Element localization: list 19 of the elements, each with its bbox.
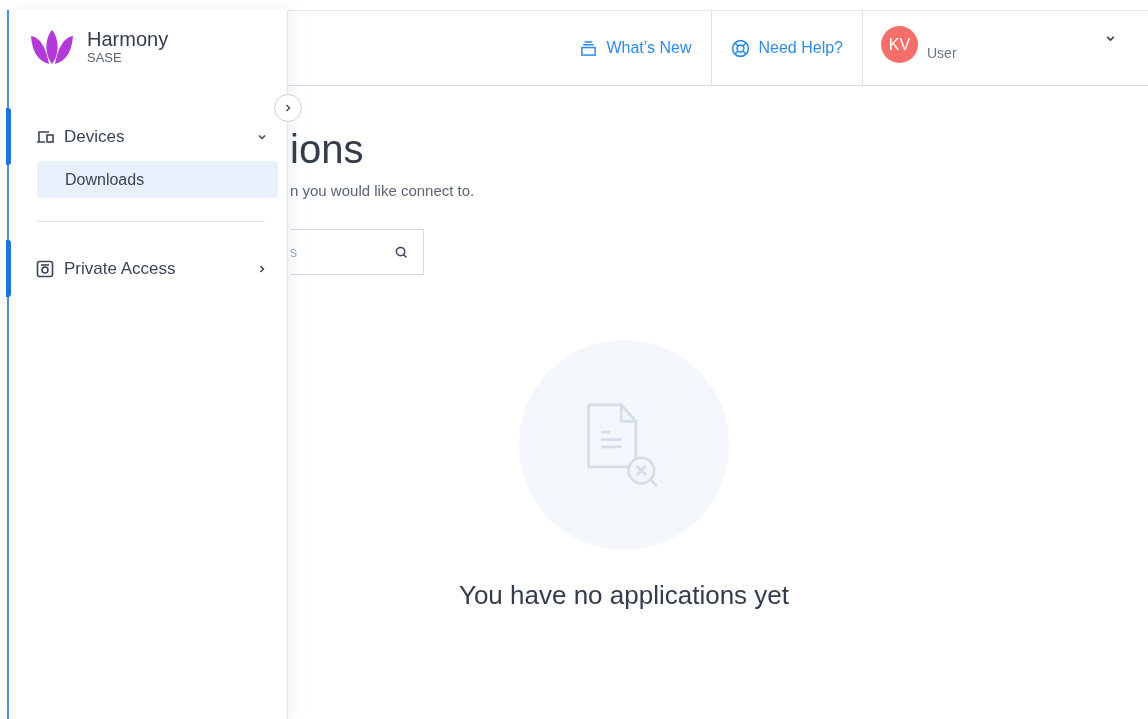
sidebar-item[interactable]: Private Access xyxy=(9,260,287,278)
chevron-right-icon xyxy=(283,103,293,113)
lifebuoy-icon xyxy=(730,38,750,58)
sidebar-subitem[interactable]: Downloads xyxy=(37,161,278,198)
empty-message: You have no applications yet xyxy=(458,580,790,611)
user-role: User xyxy=(927,45,957,61)
devices-icon xyxy=(36,130,54,144)
lotus-logo-icon xyxy=(29,28,75,66)
search-icon xyxy=(395,246,408,259)
lock-box-icon xyxy=(36,260,54,278)
brand-name: Harmony xyxy=(87,28,169,50)
product-name: SASE xyxy=(87,50,123,66)
header-link[interactable]: What’s New xyxy=(580,39,692,57)
stack-icon xyxy=(580,39,598,57)
page-subtitle: n you would like connect to. xyxy=(290,182,475,199)
page-title: ions xyxy=(290,126,364,172)
search-field[interactable]: s xyxy=(290,229,424,275)
sidebar-item[interactable]: Devices xyxy=(9,128,287,146)
header-link[interactable]: Need Help? xyxy=(730,38,843,58)
